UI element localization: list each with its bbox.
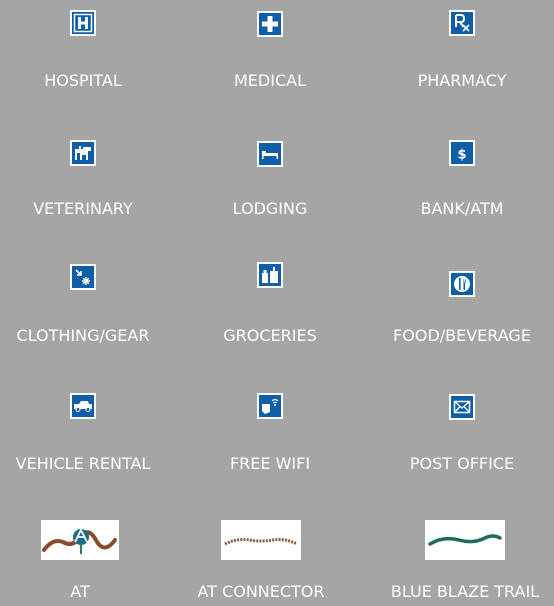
veterinary-icon bbox=[70, 140, 96, 166]
legend-label: FREE WIFI bbox=[229, 454, 311, 473]
blue-blaze-trail-icon bbox=[425, 520, 505, 560]
clothing-gear-icon bbox=[70, 264, 96, 290]
bank-dollar-icon: $ bbox=[449, 140, 475, 166]
legend-label: MEDICAL bbox=[234, 71, 306, 90]
free-wifi-icon bbox=[257, 393, 283, 419]
legend-label: VETERINARY bbox=[33, 199, 133, 218]
appalachian-trail-icon bbox=[41, 520, 119, 560]
groceries-icon bbox=[257, 262, 283, 288]
food-beverage-icon bbox=[449, 271, 475, 297]
legend-label: AT bbox=[70, 582, 90, 601]
svg-text:$: $ bbox=[457, 148, 466, 163]
hospital-icon bbox=[70, 10, 96, 36]
vehicle-rental-icon bbox=[70, 393, 96, 419]
legend-label: FOOD/BEVERAGE bbox=[393, 326, 531, 345]
legend-label: HOSPITAL bbox=[44, 71, 122, 90]
at-connector-trail-icon bbox=[221, 520, 301, 560]
legend-label: PHARMACY bbox=[417, 71, 507, 90]
post-office-envelope-icon bbox=[449, 394, 475, 420]
legend-label: BLUE BLAZE TRAIL bbox=[390, 582, 540, 601]
lodging-bed-icon bbox=[257, 141, 283, 167]
legend-label: AT CONNECTOR bbox=[197, 582, 325, 601]
legend-label: POST OFFICE bbox=[409, 454, 515, 473]
legend-label: LODGING bbox=[232, 199, 308, 218]
pharmacy-rx-icon bbox=[449, 10, 475, 36]
medical-cross-icon bbox=[257, 11, 283, 37]
legend-label: GROCERIES bbox=[223, 326, 317, 345]
legend-label: CLOTHING/GEAR bbox=[16, 326, 150, 345]
legend-label: VEHICLE RENTAL bbox=[15, 454, 151, 473]
legend-label: BANK/ATM bbox=[420, 199, 504, 218]
